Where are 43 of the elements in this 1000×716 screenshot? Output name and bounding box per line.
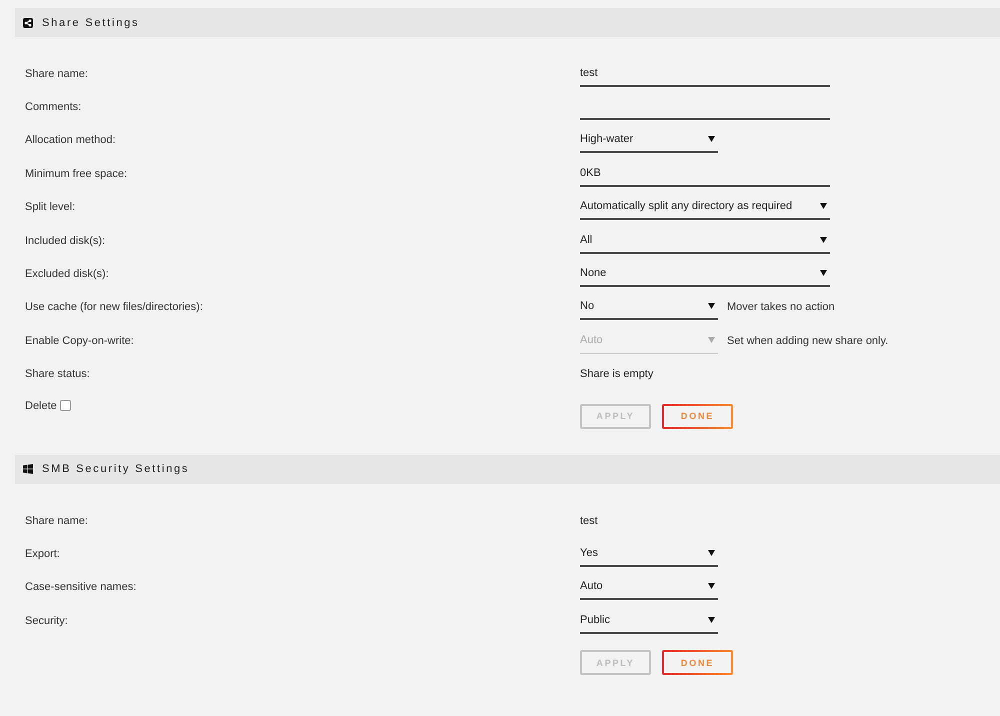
field-label: Enable Copy-on-write: [25, 334, 135, 347]
field-label: Security: [25, 614, 69, 627]
field-label: Share name: [25, 514, 89, 527]
caret-down-icon [820, 203, 827, 210]
value-text: Share is empty [580, 368, 654, 380]
section-title: SMB Security Settings [42, 463, 190, 476]
field-note: Mover takes no action [727, 301, 835, 314]
dropdown[interactable]: All [580, 228, 830, 254]
field-label: Use cache (for new files/directories): [25, 301, 204, 314]
caret-down-icon [708, 583, 715, 590]
dropdown[interactable]: High-water [580, 127, 718, 154]
caret-down-icon [708, 136, 715, 142]
dropdown[interactable]: Automatically split any directory as required [580, 194, 830, 220]
caret-down-icon [708, 550, 715, 556]
field-label: Case-sensitive names: [25, 581, 138, 594]
share-icon [23, 18, 33, 28]
delete-label: Delete [25, 400, 57, 412]
field-label: Allocation method: [25, 134, 116, 146]
field-label: Excluded disk(s): [25, 268, 110, 280]
caret-down-icon [708, 337, 715, 344]
delete-checkbox[interactable] [60, 400, 71, 412]
section-title: Share Settings [42, 16, 140, 28]
text-field[interactable]: test [580, 60, 830, 87]
dropdown[interactable]: No [580, 294, 718, 320]
field-label: Export: [25, 548, 61, 560]
caret-down-icon [708, 303, 715, 310]
dropdown[interactable]: Yes [580, 540, 718, 567]
text-field[interactable]: 0KB [580, 160, 830, 187]
dropdown[interactable]: None [580, 261, 830, 288]
caret-down-icon [820, 270, 827, 276]
field-label: Comments: [25, 101, 82, 114]
field-label: Minimum free space: [25, 168, 128, 180]
value-text: test [580, 514, 598, 527]
field-label: Share status: [25, 368, 91, 380]
caret-down-icon [708, 616, 715, 623]
field-label: Included disk(s): [25, 234, 106, 247]
dropdown[interactable]: Public [580, 608, 718, 634]
caret-down-icon [820, 236, 827, 243]
windows-icon [23, 464, 33, 474]
field-label: Split level: [25, 201, 76, 214]
field-note: Set when adding new share only. [727, 334, 888, 347]
field-label: Share name: [25, 68, 89, 80]
dropdown[interactable]: Auto [580, 574, 718, 600]
